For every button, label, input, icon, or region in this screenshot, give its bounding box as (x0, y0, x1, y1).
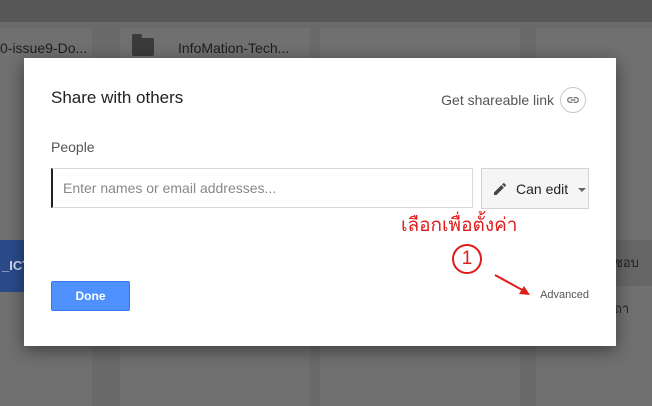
permission-dropdown[interactable]: Can edit (481, 168, 589, 209)
drive-toolbar (0, 0, 652, 22)
advanced-link[interactable]: Advanced (540, 289, 589, 301)
chevron-down-icon (578, 187, 587, 192)
link-icon[interactable] (560, 87, 586, 113)
get-shareable-link-label: Get shareable link (441, 92, 554, 108)
get-shareable-link-button[interactable]: Get shareable link (441, 87, 586, 113)
file-thumbnail: _ICT (0, 240, 30, 292)
link-icon-glyph (567, 97, 579, 103)
step-number-badge: 1 (452, 244, 482, 274)
annotation-text: เลือกเพื่อตั้งค่า (401, 215, 518, 236)
annotation-arrow-icon (494, 274, 530, 295)
done-button[interactable]: Done (51, 281, 130, 311)
folder-name: InfoMation-Tech... (178, 40, 290, 56)
people-label: People (51, 139, 95, 155)
people-input[interactable] (51, 168, 473, 208)
permission-label: Can edit (516, 180, 569, 197)
file-name: 0-issue9-Do... (0, 40, 88, 56)
share-dialog: Share with others Get shareable link Peo… (24, 58, 616, 346)
dialog-title: Share with others (51, 88, 184, 107)
folder-icon (132, 34, 154, 56)
file-thumbnail: ชอบถา (614, 240, 652, 316)
pencil-icon (494, 182, 507, 195)
